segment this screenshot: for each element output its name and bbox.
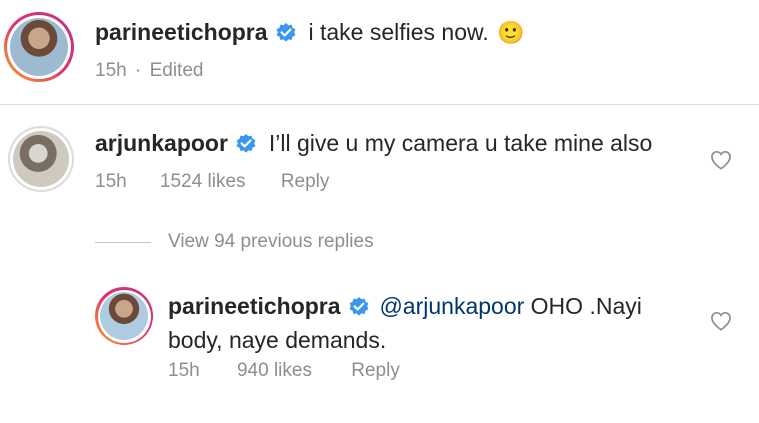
- view-previous-replies-button[interactable]: View 94 previous replies: [168, 231, 374, 253]
- reply-meta: 15h 940 likes Reply: [168, 360, 400, 382]
- verified-badge-icon: [349, 297, 369, 316]
- comment-time: 15h: [95, 171, 127, 192]
- caption-divider: [0, 104, 759, 105]
- heart-outline-icon[interactable]: [710, 150, 732, 170]
- heart-outline-icon[interactable]: [710, 311, 732, 331]
- comment-likes[interactable]: 1524 likes: [160, 171, 246, 192]
- profile-photo: [13, 131, 69, 187]
- reply-button[interactable]: Reply: [351, 360, 400, 381]
- caption-text: i take selfies now.: [308, 19, 489, 45]
- reply-username[interactable]: parineetichopra: [168, 293, 341, 319]
- profile-photo: [10, 18, 68, 76]
- caption-line: parineetichopra i take selfies now. 🙂: [95, 19, 525, 49]
- comment-meta: 15h 1524 likes Reply: [95, 171, 329, 193]
- reply-body: parineetichopra @arjunkapoor OHO .Nayi b…: [168, 291, 668, 359]
- caption-time: 15h: [95, 60, 127, 81]
- caption-meta: 15h · Edited: [95, 60, 203, 82]
- verified-badge-icon: [276, 23, 296, 42]
- verified-badge-icon: [236, 134, 256, 153]
- avatar[interactable]: [4, 12, 74, 82]
- profile-photo: [100, 292, 148, 340]
- comment-line: arjunkapoor I’ll give u my camera u take…: [95, 130, 652, 157]
- avatar[interactable]: [95, 287, 153, 345]
- reply-mention[interactable]: @arjunkapoor: [379, 293, 524, 319]
- smile-emoji-icon: 🙂: [497, 20, 525, 45]
- edited-label: Edited: [149, 60, 204, 81]
- replies-divider-line: [95, 242, 151, 243]
- reply-button[interactable]: Reply: [281, 171, 330, 192]
- meta-separator: ·: [134, 60, 142, 81]
- comment-text: I’ll give u my camera u take mine also: [268, 130, 653, 156]
- avatar[interactable]: [8, 126, 74, 192]
- reply-likes[interactable]: 940 likes: [237, 360, 312, 381]
- comment-username[interactable]: arjunkapoor: [95, 130, 228, 156]
- caption-username[interactable]: parineetichopra: [95, 19, 268, 45]
- reply-time: 15h: [168, 360, 200, 381]
